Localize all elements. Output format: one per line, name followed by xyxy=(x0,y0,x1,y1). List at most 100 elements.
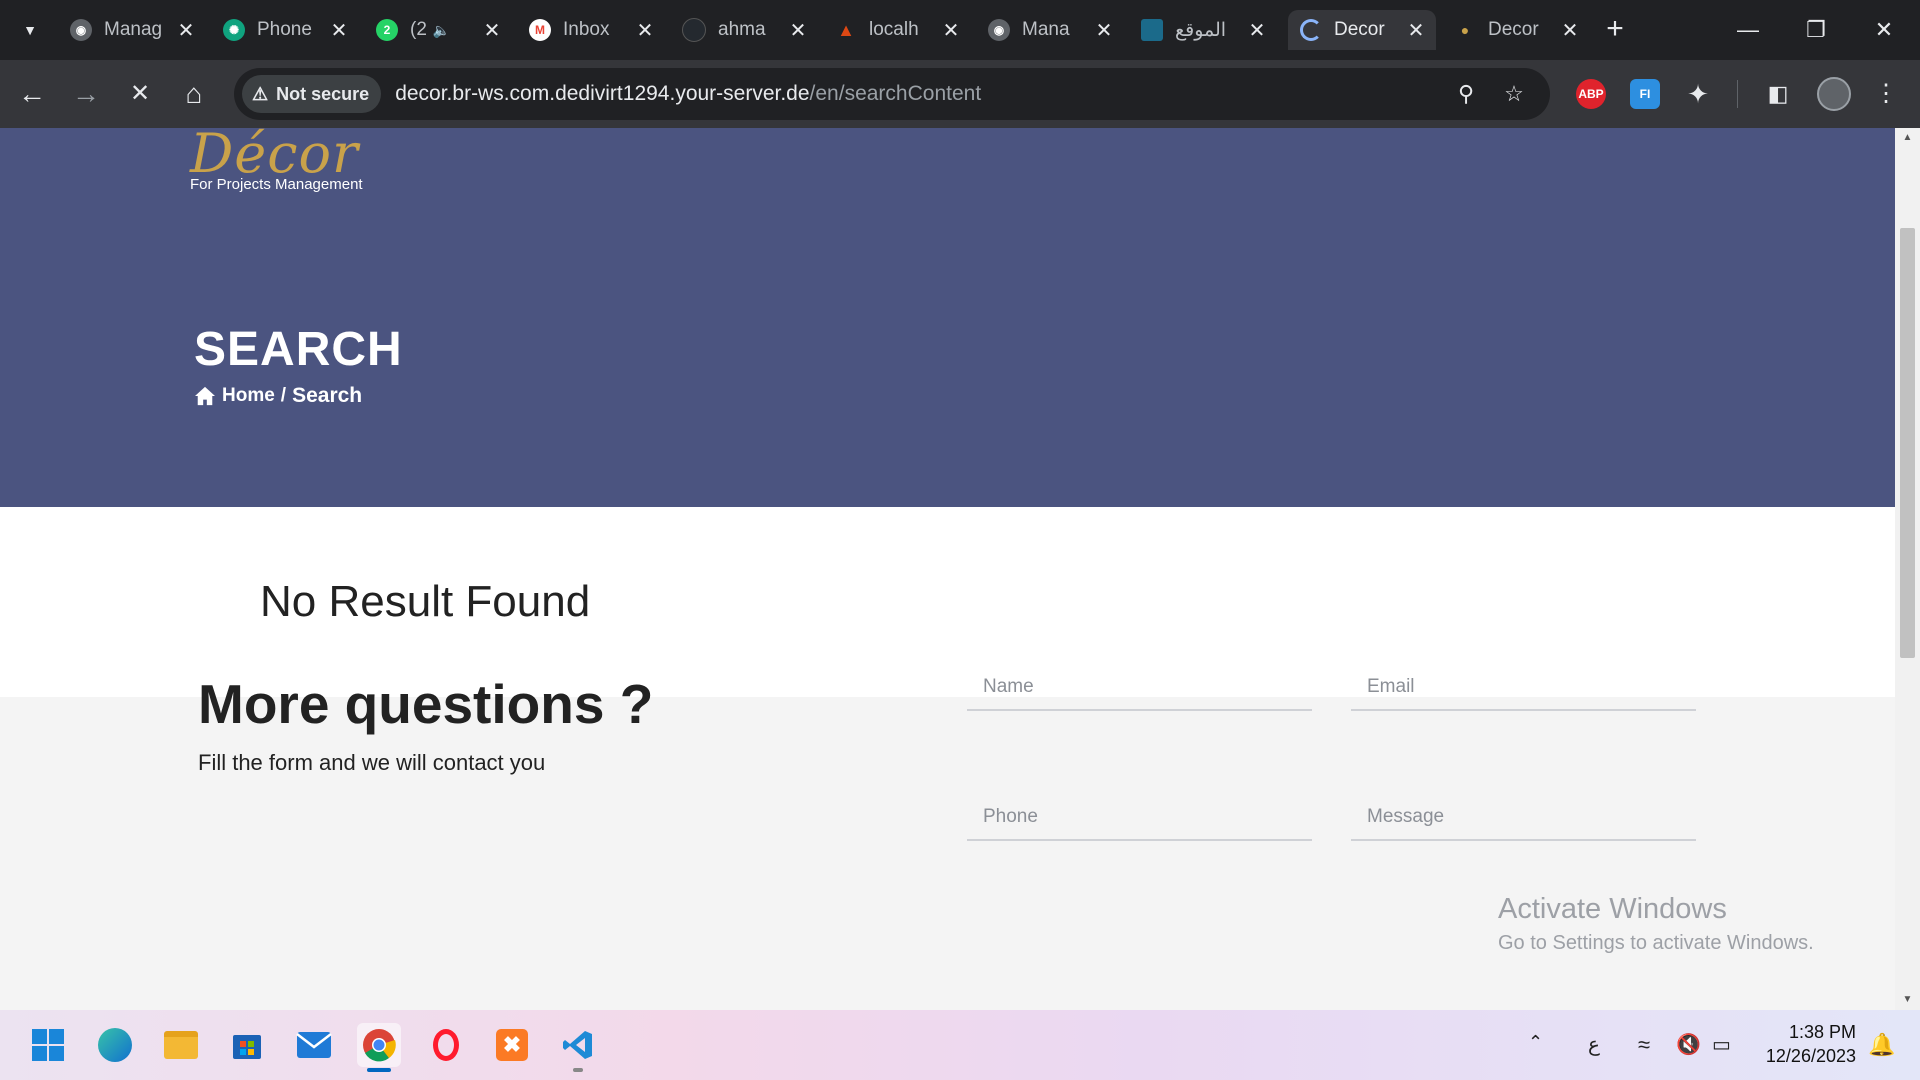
zoom-icon[interactable]: ⚲ xyxy=(1448,76,1484,112)
browser-tab[interactable]: الموقع ✕ xyxy=(1129,10,1277,50)
close-tab-icon[interactable]: ✕ xyxy=(176,18,196,43)
close-tab-icon[interactable]: ✕ xyxy=(635,18,655,43)
browser-tab-active[interactable]: Decor ✕ xyxy=(1288,10,1436,50)
tab-title: Manag xyxy=(104,19,163,40)
close-tab-icon[interactable]: ✕ xyxy=(1560,18,1580,43)
speaker-icon[interactable]: 🔈 xyxy=(433,22,450,39)
loading-icon xyxy=(1300,19,1322,41)
browser-tab[interactable]: ▲ localh ✕ xyxy=(823,10,971,50)
mask-icon: ◉ xyxy=(988,19,1010,41)
show-hidden-icons-chevron-icon[interactable]: ⌃ xyxy=(1528,1032,1543,1053)
browser-tab[interactable]: ahma ✕ xyxy=(670,10,818,50)
toolbar-divider xyxy=(1737,80,1738,108)
browser-tab[interactable]: ◉ Mana ✕ xyxy=(976,10,1124,50)
new-tab-button[interactable]: + xyxy=(1598,12,1632,46)
url-text[interactable]: decor.br-ws.com.dedivirt1294.your-server… xyxy=(395,82,981,106)
browser-toolbar: ← → ✕ ⌂ ⚠ Not secure decor.br-ws.com.ded… xyxy=(0,60,1920,128)
email-input[interactable] xyxy=(1351,665,1696,709)
vscode-icon[interactable] xyxy=(556,1023,600,1067)
tab-title: الموقع xyxy=(1175,19,1227,41)
phone-input[interactable] xyxy=(967,795,1312,839)
side-panel-icon[interactable]: ◧ xyxy=(1760,76,1796,112)
restore-button[interactable]: ❐ xyxy=(1782,0,1850,60)
message-input[interactable] xyxy=(1351,795,1696,839)
url-path: /en/searchContent xyxy=(809,82,982,105)
no-result-message: No Result Found xyxy=(260,577,591,626)
browser-tab[interactable]: ◉ Manag ✕ xyxy=(58,10,206,50)
close-tab-icon[interactable]: ✕ xyxy=(1247,18,1267,43)
tab-title: (2 xyxy=(410,19,427,40)
email-field[interactable] xyxy=(1351,665,1696,711)
close-tab-icon[interactable]: ✕ xyxy=(329,18,349,43)
watermark-title: Activate Windows xyxy=(1498,893,1727,925)
extensions-puzzle-icon[interactable]: ✦ xyxy=(1680,76,1716,112)
menu-kebab-icon[interactable]: ⋮ xyxy=(1868,76,1904,112)
close-window-button[interactable]: ✕ xyxy=(1850,0,1918,60)
phone-field[interactable] xyxy=(967,795,1312,841)
windows-start-icon[interactable] xyxy=(26,1023,70,1067)
minimize-button[interactable]: — xyxy=(1714,0,1782,60)
adblock-plus-icon[interactable]: ABP xyxy=(1576,79,1606,109)
site-icon xyxy=(1141,19,1163,41)
muted-speaker-icon[interactable]: 🔇 xyxy=(1676,1032,1701,1057)
profile-avatar[interactable] xyxy=(1817,77,1851,111)
logo-subtitle: For Projects Management xyxy=(190,176,363,193)
scroll-up-arrow-icon[interactable]: ▲ xyxy=(1895,128,1920,148)
tab-strip: ▼ ◉ Manag ✕ ✺ Phone ✕ 2 (2 🔈 ✕ M Inbox ✕… xyxy=(0,0,1920,60)
security-chip[interactable]: ⚠ Not secure xyxy=(242,75,382,113)
home-button[interactable]: ⌂ xyxy=(174,74,214,114)
home-icon xyxy=(195,386,215,406)
stop-loading-button[interactable]: ✕ xyxy=(120,74,160,114)
close-tab-icon[interactable]: ✕ xyxy=(941,18,961,43)
microsoft-store-icon[interactable] xyxy=(225,1023,269,1067)
close-tab-icon[interactable]: ✕ xyxy=(788,18,808,43)
close-tab-icon[interactable]: ✕ xyxy=(1094,18,1114,43)
tab-badge: 2 xyxy=(383,23,391,37)
breadcrumb-separator: / xyxy=(280,385,287,406)
message-field[interactable] xyxy=(1351,795,1696,841)
breadcrumb-current: Search xyxy=(292,384,363,407)
bookmark-star-icon[interactable]: ☆ xyxy=(1496,76,1532,112)
forward-button[interactable]: → xyxy=(66,74,106,114)
browser-tab[interactable]: ● Decor ✕ xyxy=(1442,10,1590,50)
name-field[interactable] xyxy=(967,665,1312,711)
browser-tab[interactable]: 2 (2 🔈 ✕ xyxy=(364,10,512,50)
close-tab-icon[interactable]: ✕ xyxy=(482,18,502,43)
clock-time: 1:38 PM xyxy=(1788,1022,1856,1042)
fi-extension-icon[interactable]: FI xyxy=(1630,79,1660,109)
mail-icon[interactable] xyxy=(292,1023,336,1067)
tab-search-button[interactable]: ▼ xyxy=(16,16,44,44)
opera-icon[interactable] xyxy=(424,1023,468,1067)
mask-icon: ◉ xyxy=(70,19,92,41)
tab-title: Decor xyxy=(1334,19,1385,40)
warning-icon: ⚠ xyxy=(252,83,269,104)
chrome-icon[interactable] xyxy=(357,1023,401,1067)
breadcrumb: Home / Search xyxy=(194,384,362,408)
xampp-icon[interactable]: ✖ xyxy=(490,1023,534,1067)
input-language-indicator[interactable]: ع xyxy=(1588,1032,1600,1057)
page-header-banner: Décor For Projects Management SEARCH Hom… xyxy=(0,128,1895,507)
file-explorer-icon[interactable] xyxy=(159,1023,203,1067)
tab-title: localh xyxy=(869,19,919,40)
page-scrollbar[interactable]: ▲ ▼ xyxy=(1895,128,1920,1010)
decor-icon: ● xyxy=(1460,22,1470,38)
scrollbar-thumb[interactable] xyxy=(1900,228,1915,658)
system-clock[interactable]: 1:38 PM 12/26/2023 xyxy=(1752,1020,1856,1068)
tab-title: Mana xyxy=(1022,19,1070,40)
notification-bell-icon[interactable]: 🔔 xyxy=(1868,1032,1895,1058)
breadcrumb-home-link[interactable]: Home xyxy=(222,385,275,407)
wifi-icon[interactable]: ≈ xyxy=(1638,1032,1650,1058)
scroll-down-arrow-icon[interactable]: ▼ xyxy=(1895,990,1920,1010)
gmail-icon: M xyxy=(529,19,551,41)
browser-tab[interactable]: ✺ Phone ✕ xyxy=(211,10,359,50)
edge-icon[interactable] xyxy=(93,1023,137,1067)
windows-taskbar: ✖ ⌃ ع ≈ 🔇 ▭ 1:38 PM 12/26/2023 🔔 xyxy=(0,1010,1920,1080)
battery-charging-icon[interactable]: ▭ xyxy=(1712,1032,1731,1057)
back-button[interactable]: ← xyxy=(12,74,52,114)
browser-tab[interactable]: M Inbox ✕ xyxy=(517,10,665,50)
name-input[interactable] xyxy=(967,665,1312,709)
address-bar[interactable]: ⚠ Not secure decor.br-ws.com.dedivirt129… xyxy=(234,68,1550,120)
chatgpt-icon: ✺ xyxy=(223,19,245,41)
close-tab-icon[interactable]: ✕ xyxy=(1406,18,1426,43)
tab-title: Inbox xyxy=(563,19,610,40)
